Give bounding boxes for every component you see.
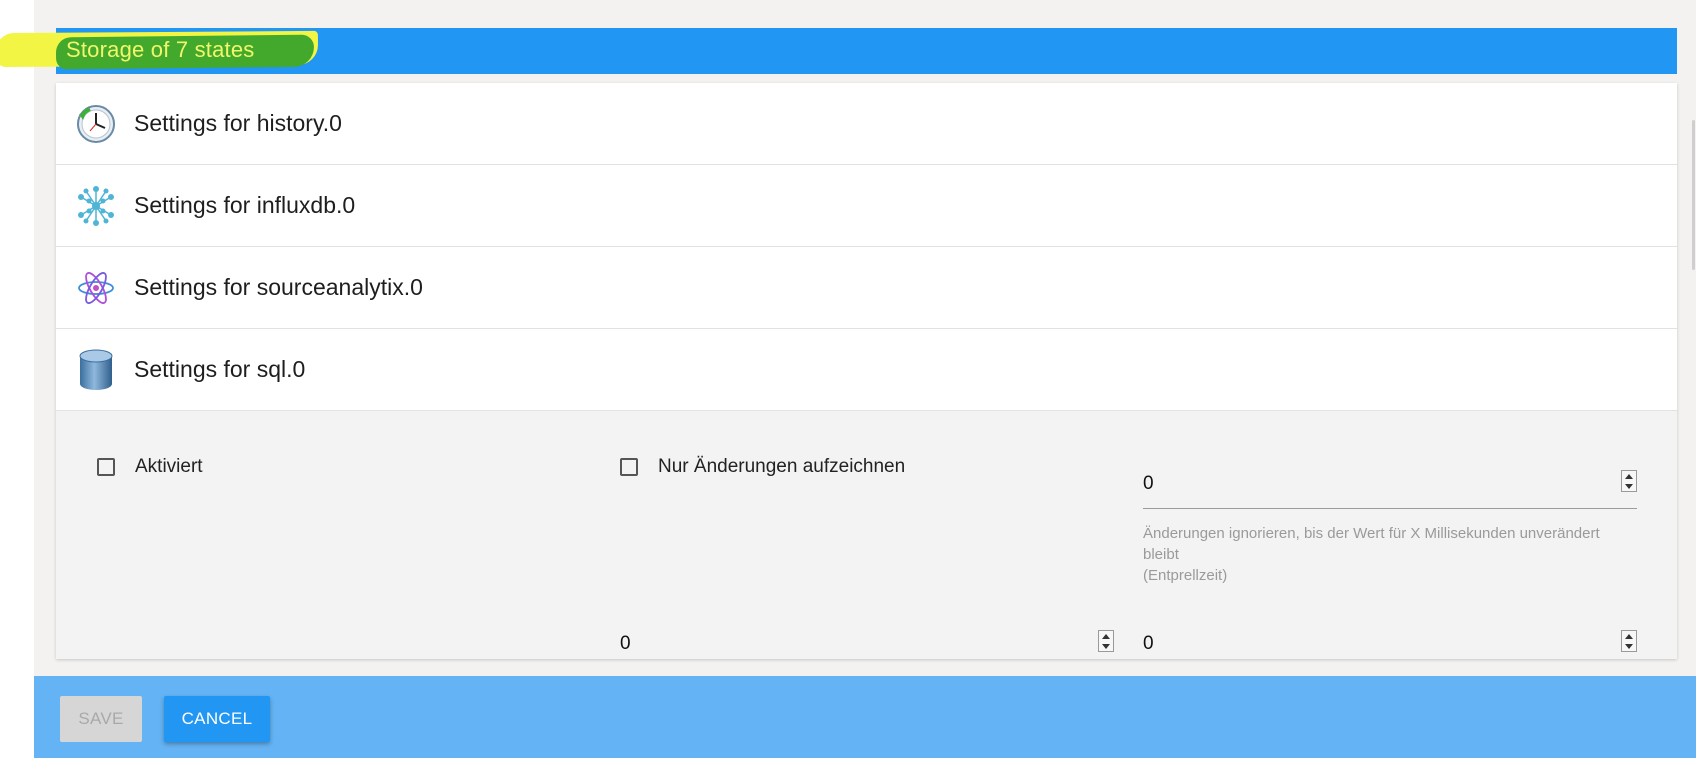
cancel-button[interactable]: CANCEL <box>164 696 270 742</box>
sql-number-input-3[interactable]: 0 <box>1143 633 1154 655</box>
spin-up-icon[interactable] <box>1625 473 1633 479</box>
sourceanalytix-atom-icon <box>74 266 118 310</box>
influxdb-network-icon <box>74 184 118 228</box>
spin-down-icon[interactable] <box>1625 483 1633 489</box>
adapter-row-sourceanalytix[interactable]: Settings for sourceanalytix.0 <box>56 247 1677 329</box>
save-button[interactable]: SAVE <box>60 696 142 742</box>
adapter-row-influxdb[interactable]: Settings for influxdb.0 <box>56 165 1677 247</box>
debounce-underline <box>1143 508 1637 509</box>
scrollbar-track[interactable] <box>1690 0 1696 650</box>
adapter-row-sql[interactable]: Settings for sql.0 <box>56 329 1677 411</box>
sql-database-icon <box>74 348 118 392</box>
history-clock-icon <box>74 102 118 146</box>
spin-up-icon[interactable] <box>1102 633 1110 639</box>
enabled-label: Aktiviert <box>135 456 203 477</box>
changes-only-option[interactable]: Nur Änderungen aufzeichnen <box>620 456 905 478</box>
changes-only-label: Nur Änderungen aufzeichnen <box>658 456 906 477</box>
scrollbar-thumb[interactable] <box>1692 120 1695 270</box>
adapter-row-history[interactable]: Settings for history.0 <box>56 83 1677 165</box>
spin-down-icon[interactable] <box>1625 643 1633 649</box>
debounce-field[interactable]: 0 <box>1143 470 1637 513</box>
sql-settings-section: Aktiviert Nur Änderungen aufzeichnen 0 Ä… <box>56 411 1677 659</box>
enabled-checkbox[interactable] <box>97 458 115 476</box>
debounce-helper-text: Änderungen ignorieren, bis der Wert für … <box>1143 523 1663 586</box>
adapter-row-label: Settings for history.0 <box>134 110 342 136</box>
adapter-settings-panel: Settings for history.0 Settings for infl… <box>56 83 1677 659</box>
sql-number-spinner-3[interactable] <box>1621 630 1637 652</box>
adapter-row-label: Settings for sourceanalytix.0 <box>134 274 423 300</box>
sql-number-field-2[interactable]: 0 <box>620 630 1114 659</box>
sql-number-field-3[interactable]: 0 <box>1143 630 1637 659</box>
enabled-option[interactable]: Aktiviert <box>97 456 203 478</box>
left-margin <box>0 0 34 758</box>
sql-number-input-2[interactable]: 0 <box>620 633 631 655</box>
debounce-input[interactable]: 0 <box>1143 473 1154 495</box>
debounce-spinner[interactable] <box>1621 470 1637 492</box>
changes-only-checkbox[interactable] <box>620 458 638 476</box>
sql-number-spinner-2[interactable] <box>1098 630 1114 652</box>
spin-up-icon[interactable] <box>1625 633 1633 639</box>
spin-down-icon[interactable] <box>1102 643 1110 649</box>
debounce-helper-line: Änderungen ignorieren, bis der Wert für … <box>1143 525 1600 542</box>
dialog-title: Storage of 7 states <box>66 37 255 62</box>
debounce-helper-line: bleibt <box>1143 546 1179 563</box>
adapter-row-label: Settings for influxdb.0 <box>134 192 356 218</box>
dialog-footer: SAVE CANCEL <box>34 676 1696 758</box>
debounce-helper-line: (Entprellzeit) <box>1143 567 1228 584</box>
adapter-row-label: Settings for sql.0 <box>134 356 306 382</box>
